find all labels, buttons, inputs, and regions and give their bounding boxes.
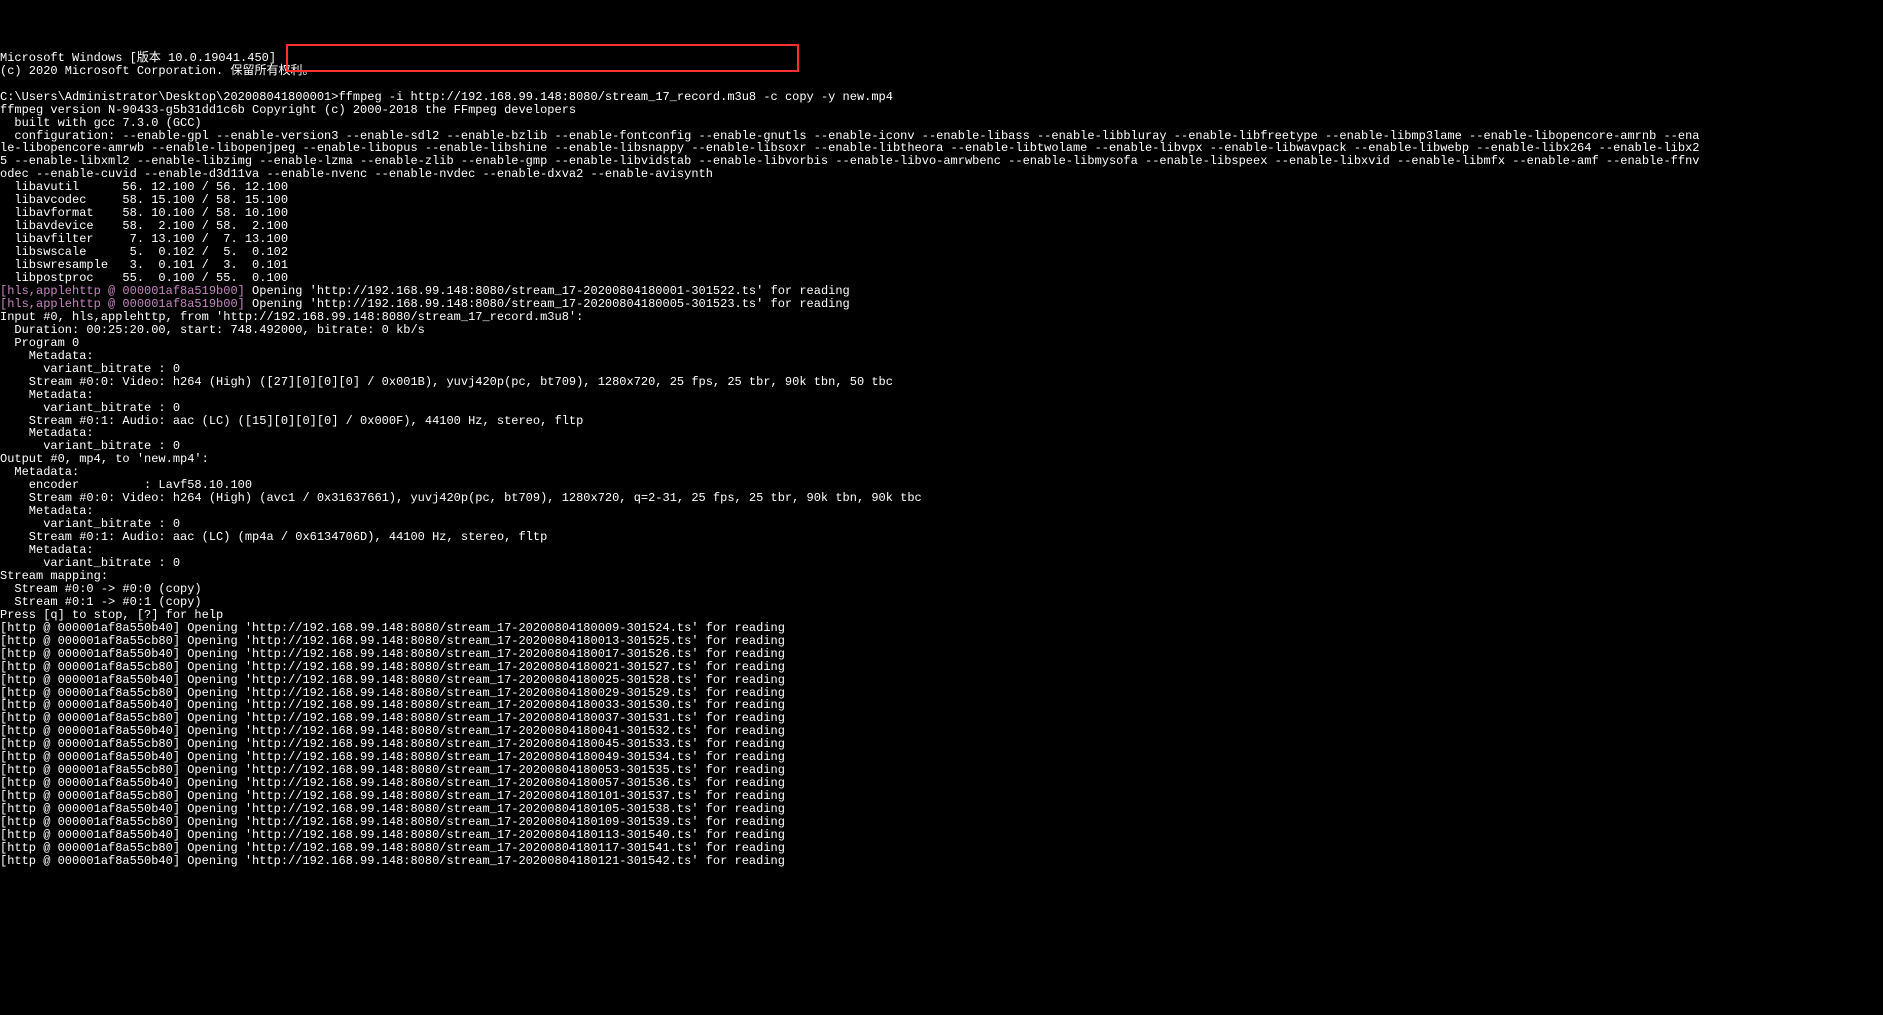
lib-version-line: libavdevice 58. 2.100 / 58. 2.100	[0, 219, 288, 233]
ffmpeg-built: built with gcc 7.3.0 (GCC)	[0, 116, 202, 130]
prompt-path: C:\Users\Administrator\Desktop\202008041…	[0, 90, 338, 104]
lib-version-line: libavfilter 7. 13.100 / 7. 13.100	[0, 232, 288, 246]
stream-info-line: Stream #0:1: Audio: aac (LC) ([15][0][0]…	[0, 414, 583, 428]
stream-info-line: Metadata:	[0, 543, 94, 557]
http-open-line: [http @ 000001af8a550b40] Opening 'http:…	[0, 647, 785, 661]
stream-info-line: variant_bitrate : 0	[0, 556, 180, 570]
hls-tag: [hls,applehttp @ 000001af8a519b00]	[0, 297, 245, 311]
http-open-line: [http @ 000001af8a55cb80] Opening 'http:…	[0, 815, 785, 829]
stream-info-line: Output #0, mp4, to 'new.mp4':	[0, 452, 209, 466]
stream-info-line: variant_bitrate : 0	[0, 517, 180, 531]
http-open-line: [http @ 000001af8a55cb80] Opening 'http:…	[0, 660, 785, 674]
lib-version-line: libavutil 56. 12.100 / 56. 12.100	[0, 180, 288, 194]
stream-info-line: Metadata:	[0, 349, 94, 363]
lib-version-line: libavcodec 58. 15.100 / 58. 15.100	[0, 193, 288, 207]
http-open-line: [http @ 000001af8a550b40] Opening 'http:…	[0, 828, 785, 842]
stream-info-line: Program 0	[0, 336, 79, 350]
stream-info-line: variant_bitrate : 0	[0, 439, 180, 453]
http-open-line: [http @ 000001af8a55cb80] Opening 'http:…	[0, 841, 785, 855]
http-open-line: [http @ 000001af8a55cb80] Opening 'http:…	[0, 789, 785, 803]
http-open-line: [http @ 000001af8a550b40] Opening 'http:…	[0, 673, 785, 687]
http-open-line: [http @ 000001af8a550b40] Opening 'http:…	[0, 724, 785, 738]
http-open-line: [http @ 000001af8a55cb80] Opening 'http:…	[0, 737, 785, 751]
http-open-line: [http @ 000001af8a550b40] Opening 'http:…	[0, 776, 785, 790]
http-open-line: [http @ 000001af8a55cb80] Opening 'http:…	[0, 634, 785, 648]
stream-info-line: Duration: 00:25:20.00, start: 748.492000…	[0, 323, 425, 337]
stream-info-line: Stream #0:1 -> #0:1 (copy)	[0, 595, 202, 609]
lib-version-line: libswscale 5. 0.102 / 5. 0.102	[0, 245, 288, 259]
stream-info-line: Input #0, hls,applehttp, from 'http://19…	[0, 310, 583, 324]
stream-info-line: Stream #0:0: Video: h264 (High) ([27][0]…	[0, 375, 893, 389]
http-open-line: [http @ 000001af8a550b40] Opening 'http:…	[0, 621, 785, 635]
stream-info-line: Stream #0:1: Audio: aac (LC) (mp4a / 0x6…	[0, 530, 547, 544]
terminal-output[interactable]: Microsoft Windows [版本 10.0.19041.450] (c…	[0, 52, 1883, 868]
stream-info-line: Stream mapping:	[0, 569, 108, 583]
http-open-line: [http @ 000001af8a55cb80] Opening 'http:…	[0, 763, 785, 777]
stream-info-line: Metadata:	[0, 504, 94, 518]
command-text: ffmpeg -i http://192.168.99.148:8080/str…	[338, 90, 893, 104]
lib-version-line: libpostproc 55. 0.100 / 55. 0.100	[0, 271, 288, 285]
lib-version-line: libavformat 58. 10.100 / 58. 10.100	[0, 206, 288, 220]
stream-info-line: variant_bitrate : 0	[0, 362, 180, 376]
header-line: (c) 2020 Microsoft Corporation. 保留所有权利。	[0, 64, 314, 78]
http-open-line: [http @ 000001af8a550b40] Opening 'http:…	[0, 698, 785, 712]
stream-info-line: variant_bitrate : 0	[0, 401, 180, 415]
stream-info-line: Stream #0:0: Video: h264 (High) (avc1 / …	[0, 491, 922, 505]
hls-msg: Opening 'http://192.168.99.148:8080/stre…	[245, 284, 850, 298]
stream-info-line: Stream #0:0 -> #0:0 (copy)	[0, 582, 202, 596]
http-open-line: [http @ 000001af8a550b40] Opening 'http:…	[0, 854, 785, 868]
ffmpeg-config: configuration: --enable-gpl --enable-ver…	[0, 129, 1699, 182]
lib-version-line: libswresample 3. 0.101 / 3. 0.101	[0, 258, 288, 272]
hls-msg: Opening 'http://192.168.99.148:8080/stre…	[245, 297, 850, 311]
stream-info-line: Metadata:	[0, 388, 94, 402]
stream-info-line: Metadata:	[0, 426, 94, 440]
http-open-line: [http @ 000001af8a550b40] Opening 'http:…	[0, 802, 785, 816]
http-open-line: [http @ 000001af8a55cb80] Opening 'http:…	[0, 711, 785, 725]
http-open-line: [http @ 000001af8a55cb80] Opening 'http:…	[0, 686, 785, 700]
stream-info-line: Press [q] to stop, [?] for help	[0, 608, 223, 622]
ffmpeg-version: ffmpeg version N-90433-g5b31dd1c6b Copyr…	[0, 103, 576, 117]
header-line: Microsoft Windows [版本 10.0.19041.450]	[0, 51, 276, 65]
http-open-line: [http @ 000001af8a550b40] Opening 'http:…	[0, 750, 785, 764]
stream-info-line: Metadata:	[0, 465, 79, 479]
stream-info-line: encoder : Lavf58.10.100	[0, 478, 252, 492]
hls-tag: [hls,applehttp @ 000001af8a519b00]	[0, 284, 245, 298]
